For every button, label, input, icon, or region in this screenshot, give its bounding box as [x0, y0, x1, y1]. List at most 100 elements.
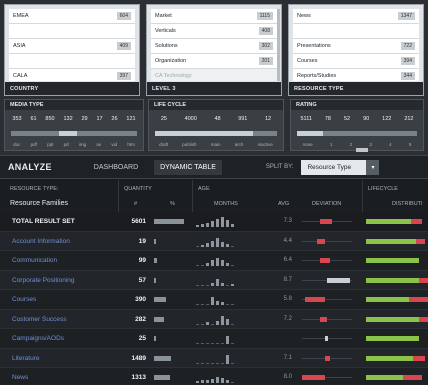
deviation-mark: [319, 258, 330, 263]
header-months[interactable]: MONTHS: [214, 201, 238, 207]
slider-tick-label: av: [96, 142, 102, 147]
country-filter-panel: EMEA 604 ASIA 409 CALA 397 COUNTRY: [4, 4, 140, 96]
age-histogram-bar: [216, 219, 219, 227]
resource-family-link[interactable]: News: [12, 374, 28, 381]
media-type-slider-track[interactable]: [11, 131, 137, 136]
resource-family-link[interactable]: Account Information: [12, 238, 70, 245]
age-histogram-bar: [196, 343, 199, 344]
table-row[interactable]: Customer Success 282 7.2: [0, 309, 428, 329]
lifecycle-distribution: [366, 277, 428, 283]
country-filter-list[interactable]: EMEA 604 ASIA 409 CALA 397: [9, 9, 135, 81]
rating-caption: RATING: [291, 100, 423, 110]
slider-tick-label: doc: [13, 142, 21, 147]
lifecycle-segment: [366, 316, 419, 322]
resource-type-item[interactable]: Reports/Studies 344: [293, 69, 419, 81]
level3-item[interactable]: Solutions 302: [151, 39, 277, 54]
slider-tick-label: htm: [127, 142, 135, 147]
country-item-blank[interactable]: [9, 24, 135, 39]
quantity-percent-bar: [154, 375, 170, 380]
lifecycle-distribution: [366, 316, 428, 322]
table-header: RESOURCE TYPE: Resource Families QUANTIT…: [0, 180, 428, 212]
resource-family-link[interactable]: Communication: [12, 257, 57, 264]
age-histogram-bar: [216, 278, 219, 286]
resource-type-item[interactable]: Presentations 722: [293, 39, 419, 54]
header-lifecycle: LIFECYCLE: [368, 186, 398, 192]
age-histogram-bar: [196, 362, 199, 364]
table-row[interactable]: News 1313 8.0: [0, 368, 428, 385]
slider-value: 5111: [300, 116, 312, 122]
header-resource-type: RESOURCE TYPE:: [10, 186, 59, 192]
age-histogram-bar: [196, 245, 199, 247]
slider-tick-label: draft: [159, 142, 169, 147]
table-row[interactable]: Account Information 19 4.4: [0, 231, 428, 251]
resource-family-link[interactable]: Corporate Positioning: [12, 277, 75, 284]
table-row[interactable]: Corporate Positioning 57 8.7: [0, 270, 428, 290]
country-item-cala[interactable]: CALA 397: [9, 69, 135, 81]
resource-type-item[interactable]: Courses 394: [293, 54, 419, 69]
resource-family-link[interactable]: Customer Success: [12, 316, 67, 323]
resource-family-link[interactable]: Courses: [12, 296, 36, 303]
level3-scrollbar[interactable]: [277, 9, 280, 81]
table-row[interactable]: Courses 390 5.8: [0, 290, 428, 310]
age-histogram-bar: [216, 301, 219, 305]
level3-filter-list[interactable]: Market 1115 Verticals 408 Solutions 302 Org…: [151, 9, 277, 81]
deviation-indicator: [302, 219, 352, 224]
life-cycle-slider-range[interactable]: [155, 131, 253, 136]
level3-item[interactable]: Verticals 408: [151, 24, 277, 39]
resource-type-item[interactable]: News 1347: [293, 9, 419, 24]
resource-family-link[interactable]: Literature: [12, 355, 39, 362]
deviation-indicator: [302, 297, 352, 302]
rating-slider-track[interactable]: [297, 131, 417, 136]
age-histogram-bar: [211, 379, 214, 383]
age-histogram-bar: [221, 217, 224, 227]
resource-type-filter-list[interactable]: News 1347 Presentations 722 Courses 394 Rep…: [293, 9, 419, 81]
tab-dashboard[interactable]: DASHBOARD: [88, 160, 144, 175]
deviation-indicator: [302, 375, 352, 380]
age-histogram-bar: [211, 323, 214, 325]
slider-value: 212: [404, 116, 414, 122]
country-item-emea[interactable]: EMEA 604: [9, 9, 135, 24]
quantity-percent-bar: [154, 316, 164, 322]
resource-type-filter-caption: RESOURCE TYPE: [289, 82, 423, 95]
life-cycle-slider-track[interactable]: [155, 131, 277, 136]
tab-dynamic-table[interactable]: DYNAMIC TABLE: [154, 159, 222, 175]
table-row[interactable]: Campaigns/AODs 25: [0, 329, 428, 349]
level3-item[interactable]: Market 1115: [151, 9, 277, 24]
panel-resize-handle[interactable]: [356, 148, 368, 152]
total-row[interactable]: TOTAL RESULT SET 5601 7.3: [0, 212, 428, 232]
age-histogram-bar: [216, 320, 219, 325]
country-item-asia[interactable]: ASIA 409: [9, 39, 135, 54]
level3-item-label: Solutions: [155, 43, 178, 49]
lifecycle-distribution: [366, 355, 428, 361]
resource-family-link[interactable]: Campaigns/AODs: [12, 335, 64, 342]
media-type-caption: MEDIA TYPE: [5, 100, 143, 110]
age-histogram-bar: [206, 380, 209, 383]
level3-item[interactable]: Organization 201: [151, 54, 277, 69]
header-qty-percent[interactable]: %: [170, 201, 175, 207]
slider-value: 132: [63, 116, 73, 122]
analyze-title: ANALYZE: [8, 162, 52, 172]
header-avg[interactable]: AVG: [278, 201, 289, 207]
rating-slider-range[interactable]: [297, 131, 324, 136]
table-row[interactable]: Communication 99 6.4: [0, 251, 428, 271]
chevron-down-icon[interactable]: ▾: [366, 159, 380, 175]
age-histogram-bar: [201, 244, 204, 247]
header-deviation[interactable]: DEVIATION: [312, 201, 341, 207]
header-resource-families[interactable]: Resource Families: [10, 200, 68, 207]
age-average: 8.7: [283, 276, 292, 283]
split-by-select[interactable]: Resource Type ▾: [301, 159, 380, 175]
header-qty-number[interactable]: #: [134, 201, 137, 207]
deviation-mark: [319, 219, 332, 224]
table-row[interactable]: Literature 1489 7.1: [0, 348, 428, 368]
quantity-value: 19: [138, 237, 146, 245]
media-type-slider-range[interactable]: [58, 131, 77, 136]
header-distribution[interactable]: DISTRIBUTI: [392, 201, 423, 207]
lifecycle-segment: [366, 336, 419, 341]
country-item-blank[interactable]: [9, 54, 135, 69]
resource-type-item[interactable]: [293, 24, 419, 39]
age-histogram-bar: [221, 302, 224, 305]
slider-tick-label: 2: [349, 142, 353, 147]
age-average: 7.1: [283, 354, 292, 361]
quantity-percent-bar: [154, 336, 156, 341]
level3-item[interactable]: CA Technology: [151, 69, 277, 81]
